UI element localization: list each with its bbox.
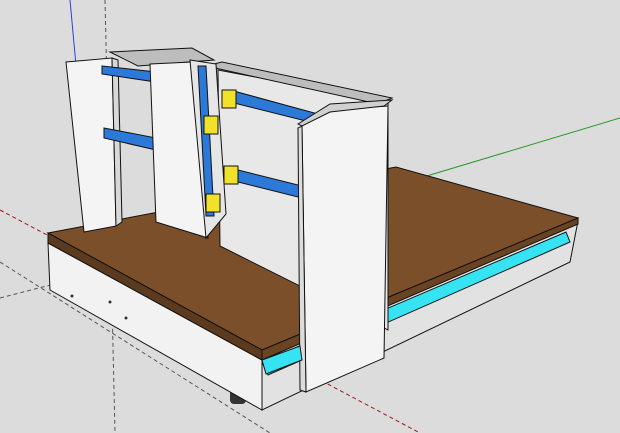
- bearing-block-upper-left: [203, 115, 219, 135]
- left-gantry-plate: [65, 57, 117, 233]
- bearing-block-lower-right: [223, 165, 239, 185]
- skirt-screw-dot: [124, 316, 128, 320]
- bearing-block-lower-left: [205, 193, 221, 213]
- bearing-block-upper-right: [221, 89, 237, 109]
- right-gantry-plate-front: [301, 105, 389, 393]
- skirt-screw-dot: [108, 300, 112, 304]
- model-canvas[interactable]: [0, 0, 620, 433]
- sketchup-3d-viewport[interactable]: [0, 0, 620, 433]
- skirt-screw-dot: [70, 294, 74, 298]
